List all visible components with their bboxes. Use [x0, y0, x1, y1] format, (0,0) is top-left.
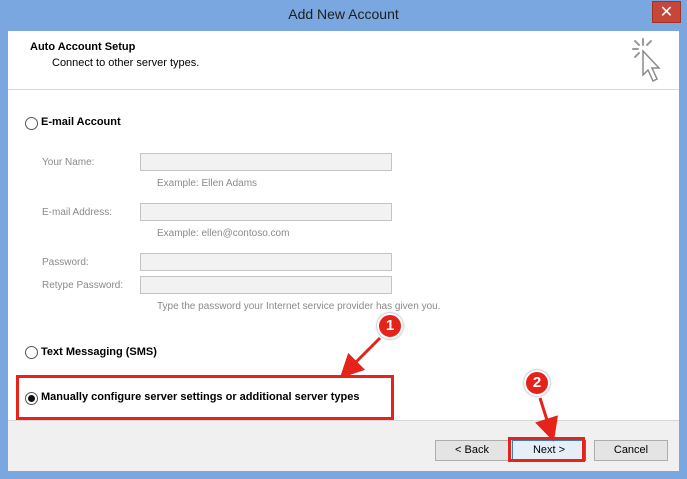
wizard-body: E-mail Account Your Name: Example: Ellen… [8, 90, 679, 421]
window-title: Add New Account [288, 6, 399, 22]
email-account-label[interactable]: E-mail Account [41, 116, 121, 128]
sms-label[interactable]: Text Messaging (SMS) [41, 346, 157, 358]
email-address-hint: Example: ellen@contoso.com [157, 228, 290, 239]
email-address-field[interactable] [140, 203, 392, 221]
sparkle-cursor-icon [632, 38, 661, 83]
header-title: Auto Account Setup [30, 41, 136, 53]
your-name-hint: Example: Ellen Adams [157, 178, 258, 189]
password-field[interactable] [140, 253, 392, 271]
retype-password-label: Retype Password: [42, 280, 124, 291]
back-button[interactable]: < Back [435, 440, 509, 461]
highlight-box-manual [16, 375, 394, 420]
cancel-button[interactable]: Cancel [594, 440, 668, 461]
annotation-badge-1: 1 [377, 313, 403, 339]
your-name-field[interactable] [140, 153, 392, 171]
title-bar: Add New Account ✕ [0, 0, 687, 31]
annotation-badge-2: 2 [524, 370, 550, 396]
retype-password-field[interactable] [140, 276, 392, 294]
close-button[interactable]: ✕ [652, 1, 681, 23]
sms-radio[interactable] [25, 346, 38, 359]
highlight-box-next [508, 437, 585, 462]
wizard-header: Auto Account Setup Connect to other serv… [8, 31, 679, 90]
email-address-label: E-mail Address: [42, 207, 113, 218]
email-account-radio[interactable] [25, 117, 38, 130]
dialog-window: Add New Account ✕ Auto Account Setup Con… [0, 0, 687, 479]
header-subtitle: Connect to other server types. [52, 57, 200, 69]
password-hint: Type the password your Internet service … [157, 301, 441, 312]
your-name-label: Your Name: [42, 157, 95, 168]
close-icon: ✕ [659, 4, 674, 21]
password-label: Password: [42, 257, 89, 268]
